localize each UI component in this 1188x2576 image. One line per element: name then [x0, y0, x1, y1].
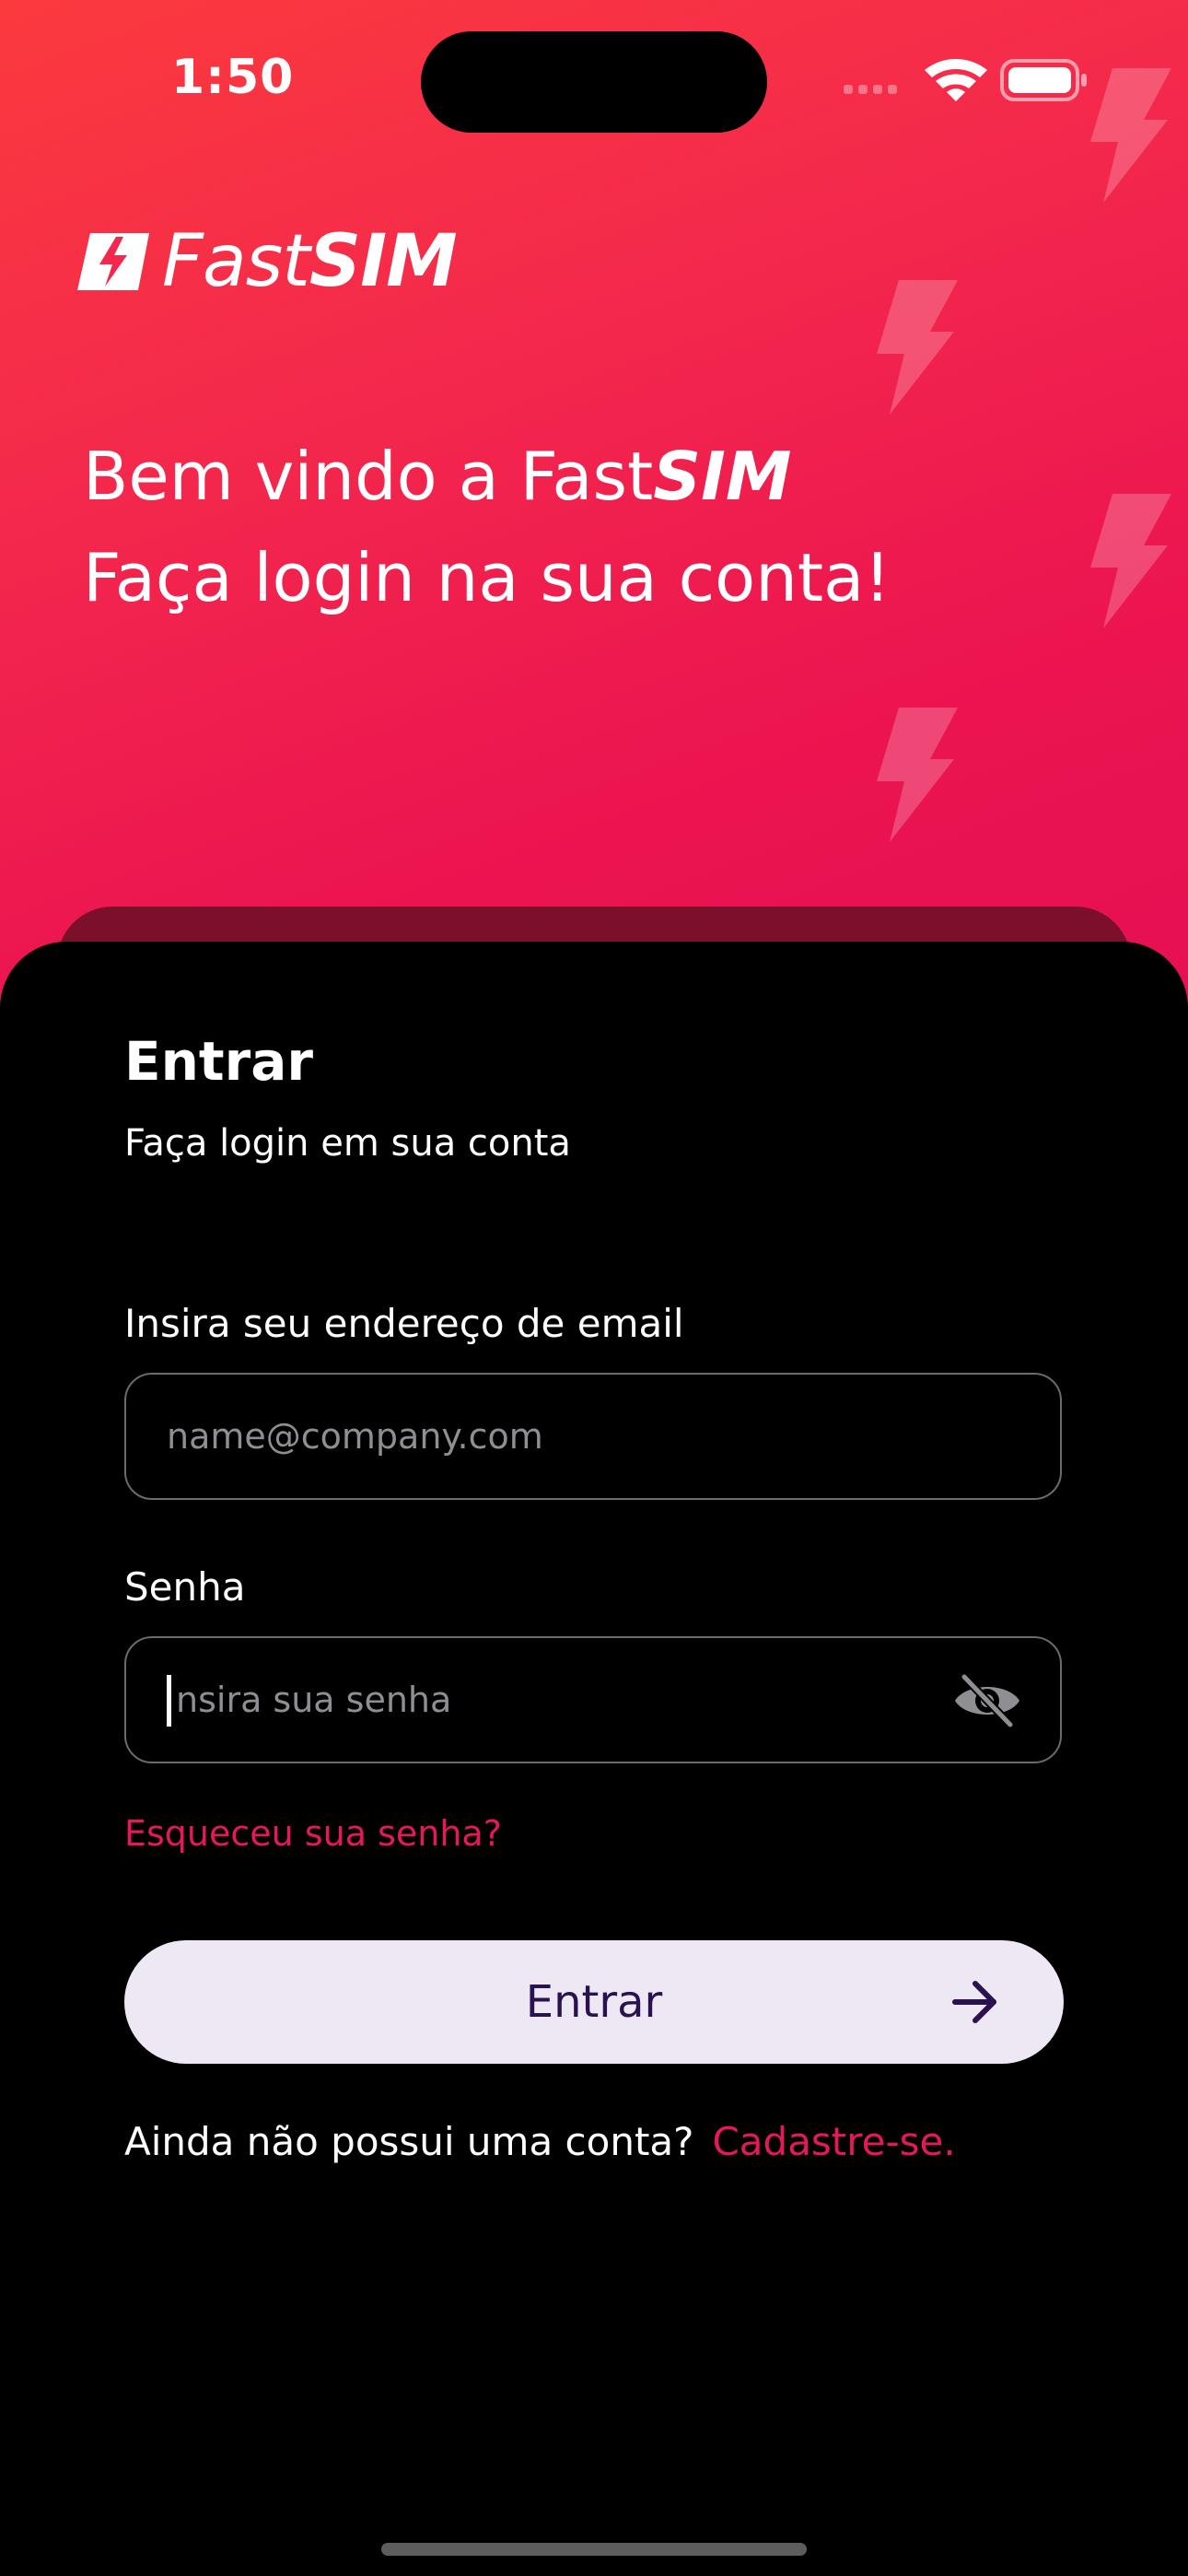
app-logo: FastSIM — [77, 217, 458, 306]
eye-slash-icon[interactable] — [951, 1673, 1023, 1728]
arrow-right-icon — [952, 1981, 996, 2023]
home-indicator[interactable] — [381, 2543, 807, 2556]
dynamic-island — [421, 31, 767, 133]
status-icons — [844, 59, 1087, 101]
logo-text: FastSIM — [162, 220, 458, 303]
email-label: Insira seu endereço de email — [124, 1301, 684, 1346]
battery-icon — [1000, 59, 1087, 101]
login-title: Entrar — [124, 1030, 313, 1093]
lightning-bolt-icon — [877, 280, 958, 415]
signup-row: Ainda não possui uma conta? Cadastre-se. — [124, 2119, 956, 2164]
hero-header: 1:50 FastSIM Bem vindo a FastSIM Faça lo… — [0, 0, 1188, 1013]
password-placeholder: nsira sua senha — [176, 1680, 452, 1720]
welcome-line-2: Faça login na sua conta! — [83, 539, 891, 616]
signup-prompt: Ainda não possui uma conta? — [124, 2119, 694, 2164]
welcome-brand: FastSIM — [519, 438, 792, 515]
password-field[interactable]: nsira sua senha — [124, 1636, 1062, 1763]
text-cursor — [167, 1675, 171, 1727]
fastsim-logo-icon — [77, 233, 149, 290]
cellular-icon — [844, 85, 897, 94]
email-field[interactable]: name@company.com — [124, 1373, 1062, 1500]
status-time: 1:50 — [171, 50, 295, 105]
welcome-message: Bem vindo a FastSIM Faça login na sua co… — [83, 426, 891, 628]
forgot-password-link[interactable]: Esqueceu sua senha? — [124, 1813, 502, 1854]
login-button[interactable]: Entrar — [124, 1940, 1064, 2064]
email-placeholder: name@company.com — [167, 1416, 543, 1457]
welcome-line-1: Bem vindo a FastSIM — [83, 438, 792, 515]
password-label: Senha — [124, 1564, 246, 1610]
login-button-label: Entrar — [525, 1976, 663, 2028]
lightning-bolt-icon — [1090, 68, 1171, 203]
wifi-icon — [925, 59, 987, 101]
lightning-bolt-icon — [1090, 494, 1171, 628]
lightning-bolt-icon — [877, 708, 958, 842]
login-subtitle: Faça login em sua conta — [124, 1122, 571, 1165]
signup-link[interactable]: Cadastre-se. — [712, 2119, 955, 2164]
